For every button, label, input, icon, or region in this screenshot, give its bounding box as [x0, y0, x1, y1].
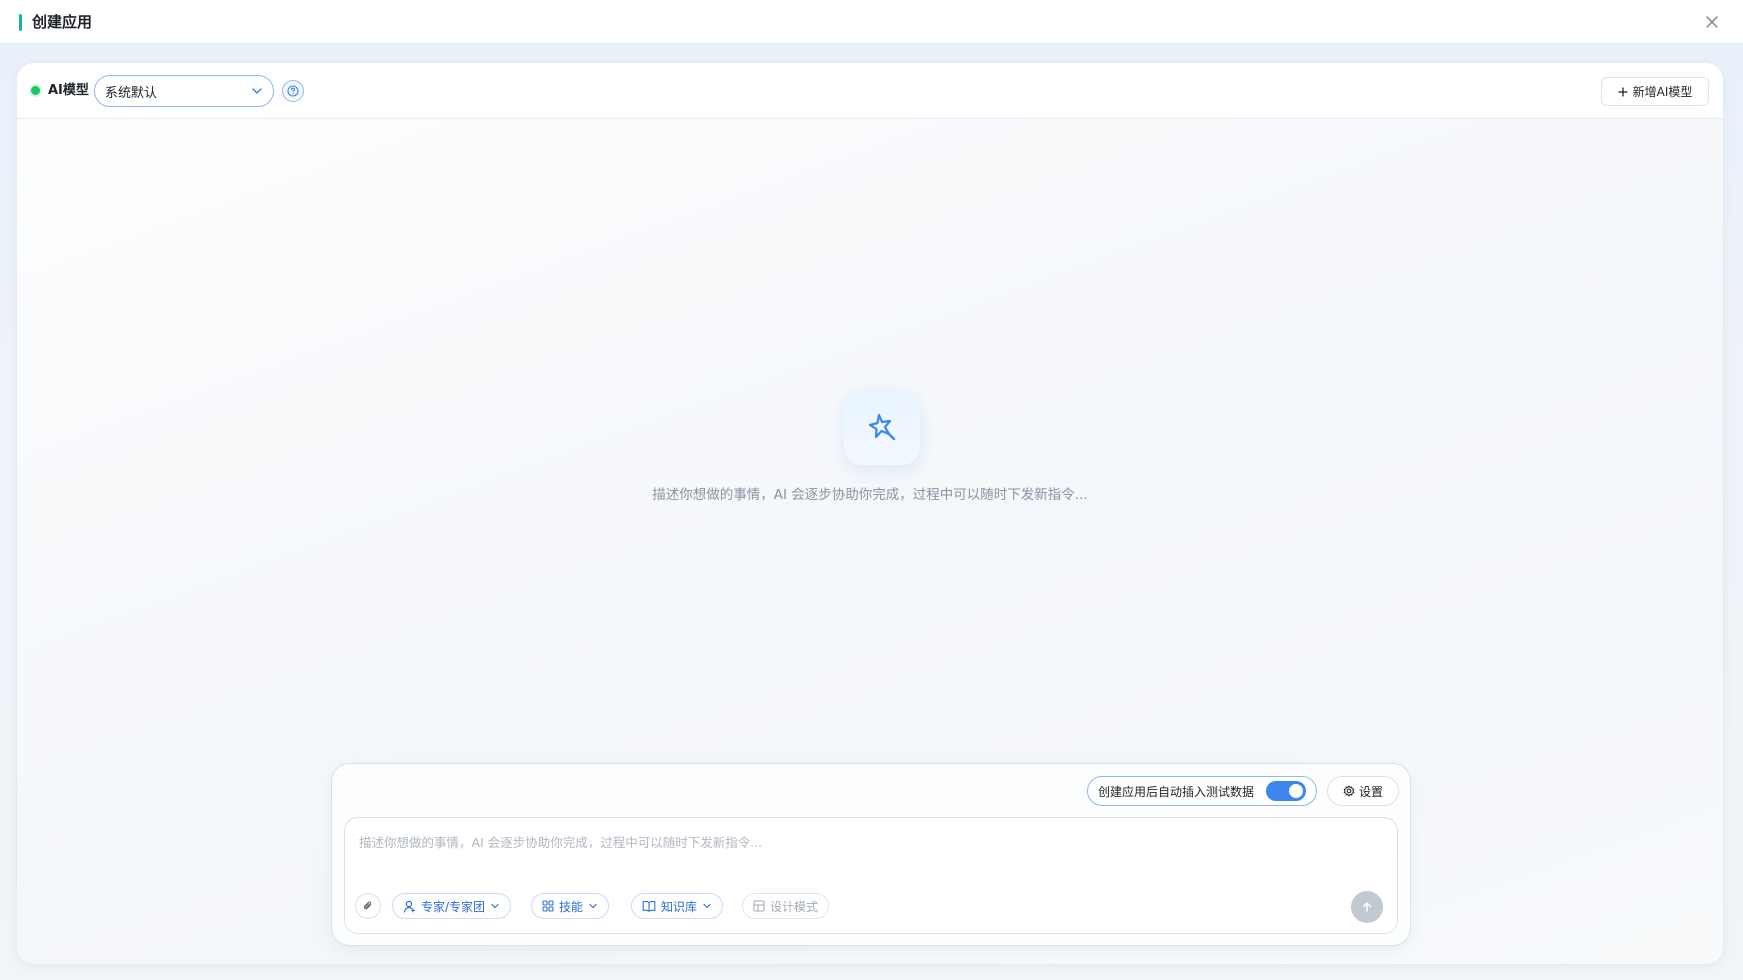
close-icon: [1706, 16, 1718, 28]
book-icon: [642, 900, 656, 912]
paperclip-icon: [363, 901, 372, 910]
attach-button[interactable]: [355, 893, 381, 919]
help-icon: [287, 85, 299, 97]
toggle-knob: [1289, 784, 1303, 798]
layout-icon: [753, 900, 765, 912]
settings-label: 设置: [1358, 784, 1383, 799]
auto-insert-toggle-label: 创建应用后自动插入测试数据: [1098, 784, 1255, 799]
auto-insert-toggle[interactable]: [1266, 781, 1306, 801]
model-select-value: 系统默认: [105, 85, 158, 101]
skills-label: 技能: [559, 899, 584, 914]
grid-icon: [542, 900, 554, 912]
empty-state-badge: [844, 389, 920, 465]
design-mode-label: 设计模式: [770, 899, 819, 914]
model-label: AI模型: [48, 83, 89, 98]
plus-icon: [1617, 86, 1628, 97]
status-dot: [31, 86, 40, 95]
model-select[interactable]: 系统默认: [94, 75, 274, 107]
model-toolbar: AI模型 系统默认 新增AI模型: [17, 63, 1723, 119]
chevron-down-icon: [252, 88, 262, 94]
settings-button[interactable]: 设置: [1327, 776, 1399, 806]
window-title: 创建应用: [32, 13, 93, 31]
auto-insert-test-data-option: 创建应用后自动插入测试数据: [1087, 776, 1317, 806]
create-app-window: 创建应用 AI模型 系统默认 新增AI模型 描述你想做的事情，AI 会逐步协助你…: [0, 0, 1743, 980]
knowledge-base-label: 知识库: [661, 899, 698, 914]
design-mode-button[interactable]: 设计模式: [742, 893, 830, 919]
arrow-up-icon: [1362, 902, 1372, 912]
skills-dropdown[interactable]: 技能: [531, 893, 610, 919]
help-button[interactable]: [282, 80, 304, 102]
add-model-button[interactable]: 新增AI模型: [1601, 77, 1709, 106]
main-panel: AI模型 系统默认 新增AI模型 描述你想做的事情，AI 会逐步协助你完成，过程…: [16, 62, 1724, 965]
chevron-down-icon: [703, 903, 711, 909]
expert-team-label: 专家/专家团: [421, 899, 486, 914]
chevron-down-icon: [491, 903, 499, 909]
magic-wand-icon: [868, 413, 896, 441]
title-bar: 创建应用: [0, 0, 1743, 44]
send-button[interactable]: [1351, 891, 1383, 923]
close-button[interactable]: [1700, 10, 1724, 34]
empty-state-message: 描述你想做的事情，AI 会逐步协助你完成，过程中可以随时下发新指令...: [652, 487, 1088, 503]
add-model-label: 新增AI模型: [1632, 85, 1693, 99]
user-icon: [403, 900, 416, 913]
chevron-down-icon: [589, 903, 597, 909]
knowledge-base-dropdown[interactable]: 知识库: [631, 893, 724, 919]
composer: 创建应用后自动插入测试数据 设置 描述你想做的事情，AI 会逐步协助你完成，过程…: [331, 763, 1411, 946]
prompt-box: 专家/专家团 技能: [344, 817, 1398, 934]
gear-icon: [1343, 785, 1355, 797]
title-accent-bar: [19, 14, 22, 31]
prompt-input[interactable]: [359, 832, 1379, 876]
expert-team-dropdown[interactable]: 专家/专家团: [392, 893, 512, 919]
